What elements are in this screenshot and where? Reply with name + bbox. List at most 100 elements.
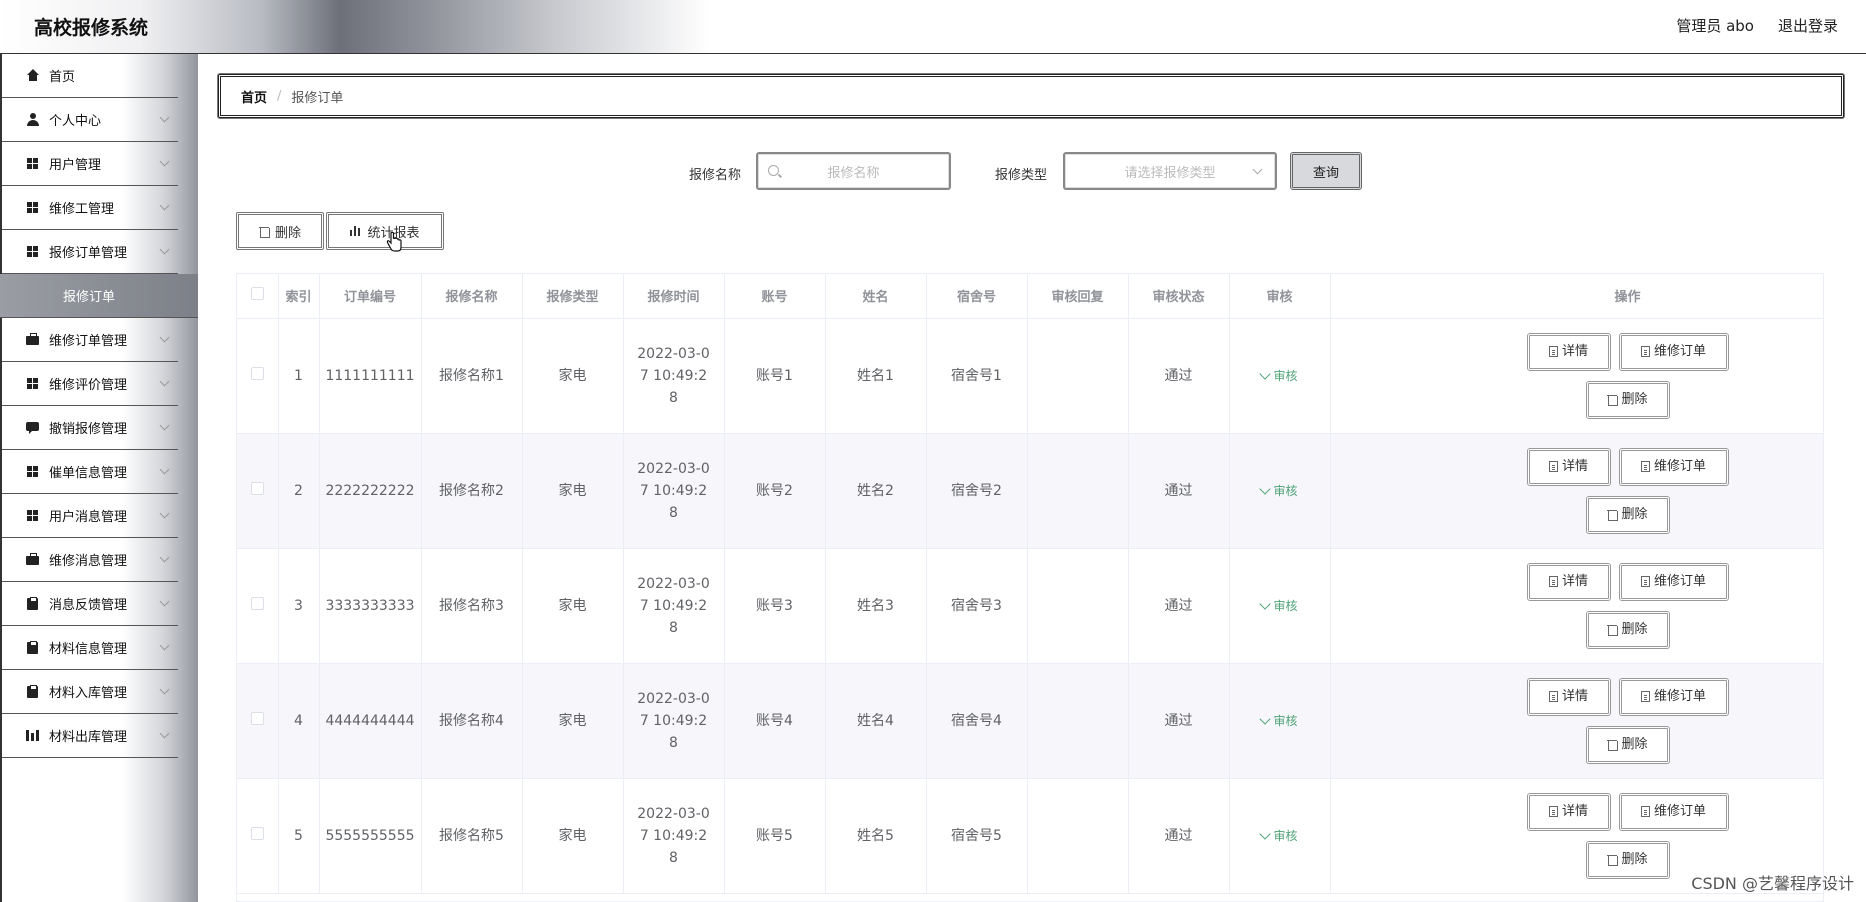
logout-link[interactable]: 退出登录 [1778, 15, 1838, 36]
bulk-delete-button[interactable]: 删除 [236, 212, 324, 250]
row-select-cell [237, 778, 279, 894]
repair-type-cell: 家电 [522, 778, 624, 894]
chevron-down-icon [159, 112, 170, 123]
column-header: 审核回复 [1027, 274, 1129, 319]
actions-wrap: 详情 维修订单删除 [1331, 677, 1824, 764]
table-row: 5 5555555555 报修名称5 家电 2022-03-07 10:49:28 账号5… [237, 778, 1824, 894]
grid-icon [26, 157, 39, 170]
account-cell: 账号3 [724, 548, 826, 664]
repair-name-input[interactable]: 报修名称 [756, 152, 951, 190]
repair-name-label: 报修名称 [689, 168, 742, 183]
sidebar-item-feedback-management[interactable]: 消息反馈管理 [2, 582, 178, 626]
audit-link[interactable]: 审核 [1259, 827, 1298, 843]
sidebar-item-repairman-management[interactable]: 维修工管理 [2, 186, 178, 230]
sidebar-item-repair-order-management[interactable]: 报修订单管理 [2, 230, 178, 274]
index-cell: 3 [278, 548, 320, 664]
audit-cell: 审核 [1229, 433, 1331, 549]
chevron-down-icon [159, 332, 170, 343]
repair-order-button[interactable]: 维修订单 [1618, 332, 1729, 371]
detail-button[interactable]: 详情 [1526, 562, 1611, 601]
document-icon [1640, 461, 1650, 472]
sidebar-item-cancel-repair-management[interactable]: 撤销报修管理 [2, 406, 178, 450]
chevron-down-icon [159, 156, 170, 167]
sidebar-item-user-message-management[interactable]: 用户消息管理 [2, 494, 178, 538]
sidebar-item-maintenance-order-management[interactable]: 维修订单管理 [2, 318, 178, 362]
audit-cell: 审核 [1229, 318, 1331, 434]
actions-wrap: 详情 维修订单删除 [1331, 562, 1824, 649]
column-header: 操作 [1330, 274, 1823, 319]
row-delete-label: 删除 [1621, 391, 1648, 407]
sidebar-item-personal-center[interactable]: 个人中心 [2, 98, 178, 142]
audit-cell: 审核 [1229, 778, 1331, 894]
detail-button[interactable]: 详情 [1526, 332, 1611, 371]
breadcrumb-home[interactable]: 首页 [241, 87, 267, 106]
repair-time-text: 2022-03-07 10:49:28 [637, 805, 710, 866]
grid-icon [26, 465, 39, 478]
statistics-report-button[interactable]: 统计报表 [326, 212, 444, 250]
repair-type-cell: 家电 [522, 548, 624, 664]
sidebar-item-label: 用户管理 [49, 158, 102, 173]
repair-order-button-label: 维修订单 [1653, 458, 1706, 474]
bulk-delete-label: 删除 [274, 225, 301, 241]
top-header: 高校报修系统 管理员 abo 退出登录 [0, 0, 1866, 54]
select-all-header [237, 274, 279, 319]
document-icon [1640, 576, 1650, 587]
chevron-down-icon [159, 244, 170, 255]
order-number-cell: 2222222222 [319, 433, 422, 549]
sidebar-item-maintenance-message-management[interactable]: 维修消息管理 [2, 538, 178, 582]
row-checkbox[interactable] [250, 826, 264, 840]
sidebar-item-urge-info-management[interactable]: 催单信息管理 [2, 450, 178, 494]
audit-link[interactable]: 审核 [1259, 712, 1298, 728]
sidebar-item-label: 消息反馈管理 [49, 598, 128, 613]
query-button[interactable]: 查询 [1290, 152, 1362, 190]
row-delete-button[interactable]: 删除 [1585, 610, 1670, 649]
sidebar-item-material-in-management[interactable]: 材料入库管理 [2, 670, 178, 714]
row-checkbox[interactable] [250, 711, 264, 725]
repair-name-cell: 报修名称5 [421, 778, 523, 894]
detail-button[interactable]: 详情 [1526, 792, 1611, 831]
column-header: 报修类型 [522, 274, 624, 319]
repair-order-button[interactable]: 维修订单 [1618, 447, 1729, 486]
row-delete-button[interactable]: 删除 [1585, 725, 1670, 764]
row-checkbox[interactable] [250, 596, 264, 610]
detail-button[interactable]: 详情 [1526, 447, 1611, 486]
sidebar-subitem-repair-order[interactable]: 报修订单 [0, 274, 198, 318]
row-delete-button[interactable]: 删除 [1585, 380, 1670, 419]
row-delete-button[interactable]: 删除 [1585, 840, 1670, 879]
repair-time-cell: 2022-03-07 10:49:28 [623, 433, 725, 549]
chevron-down-icon [159, 376, 170, 387]
audit-link[interactable]: 审核 [1259, 597, 1298, 613]
audit-reply-cell [1027, 318, 1129, 434]
actions-line: 详情 维修订单 [1526, 677, 1729, 716]
repair-order-button[interactable]: 维修订单 [1618, 677, 1729, 716]
select-all-checkbox[interactable] [250, 287, 264, 301]
table-header-row: 索引 订单编号 报修名称 报修类型 报修时间 账号 姓名 宿舍号 审核回复 审核… [237, 274, 1823, 319]
repair-type-select[interactable]: 请选择报修类型 [1063, 152, 1277, 190]
row-checkbox[interactable] [250, 366, 264, 380]
sidebar-item-home[interactable]: 首页 [2, 54, 178, 98]
audit-link[interactable]: 审核 [1259, 482, 1298, 498]
sidebar: 首页 个人中心 用户管理 维修工管理 报修订单管理 报修订单 维修订单管理 维修… [0, 54, 198, 902]
sidebar-item-material-out-management[interactable]: 材料出库管理 [2, 714, 178, 758]
order-number-cell: 4444444444 [319, 663, 422, 779]
detail-button[interactable]: 详情 [1526, 677, 1611, 716]
audit-link[interactable]: 审核 [1259, 367, 1298, 383]
row-delete-button[interactable]: 删除 [1585, 495, 1670, 534]
sidebar-item-user-management[interactable]: 用户管理 [2, 142, 178, 186]
audit-status-cell: 通过 [1128, 778, 1230, 894]
trash-icon [1607, 394, 1619, 406]
repair-time-text: 2022-03-07 10:49:28 [637, 345, 710, 406]
repair-order-button[interactable]: 维修订单 [1618, 562, 1729, 601]
sidebar-item-review-management[interactable]: 维修评价管理 [2, 362, 178, 406]
trash-icon [1607, 624, 1619, 636]
audit-cell: 审核 [1229, 663, 1331, 779]
sidebar-item-label: 个人中心 [49, 114, 102, 129]
chevron-down-icon [159, 684, 170, 695]
document-icon [1548, 576, 1558, 587]
row-delete-label: 删除 [1621, 736, 1648, 752]
actions-wrap: 详情 维修订单删除 [1331, 792, 1824, 879]
sidebar-item-material-info-management[interactable]: 材料信息管理 [2, 626, 178, 670]
row-checkbox[interactable] [250, 481, 264, 495]
repair-order-button-label: 维修订单 [1653, 803, 1706, 819]
repair-order-button[interactable]: 维修订单 [1618, 792, 1729, 831]
